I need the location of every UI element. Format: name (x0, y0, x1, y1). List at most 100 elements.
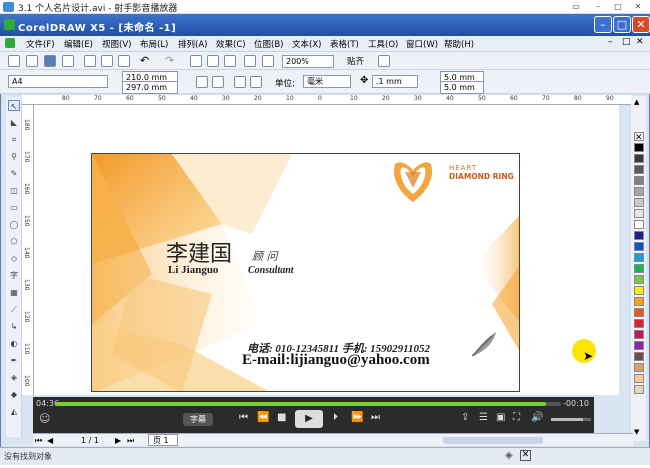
doc-restore-button[interactable]: □ (622, 37, 631, 47)
fill-tool-icon[interactable]: ◆ (8, 389, 20, 400)
screenshot-icon[interactable]: ▣ (496, 412, 505, 423)
color-swatch[interactable] (634, 275, 644, 284)
save-icon[interactable] (44, 55, 56, 67)
open-file-icon[interactable]: ⇪ (461, 412, 469, 423)
player-settings-icon[interactable]: ▭ (566, 1, 586, 12)
volume-icon[interactable]: 🔊 (531, 412, 543, 423)
options-icon[interactable] (378, 55, 390, 67)
table-tool-icon[interactable]: ▦ (8, 287, 20, 298)
color-swatch[interactable] (634, 352, 644, 361)
menu-item[interactable]: 文本(X) (292, 38, 321, 50)
vertical-ruler[interactable]: 180 170 160 150 140 130 120 110 100 (22, 105, 34, 395)
next-page-icon[interactable]: ▶ (115, 436, 121, 445)
nudge-distance-field[interactable]: .1 mm (372, 75, 418, 88)
all-pages-icon[interactable] (234, 76, 246, 88)
color-swatch[interactable] (634, 242, 644, 251)
menu-item[interactable]: 帮助(H) (444, 38, 474, 50)
menu-item[interactable]: 文件(F) (26, 38, 55, 50)
application-launcher-icon[interactable] (244, 55, 256, 67)
blend-tool-icon[interactable]: ◐ (8, 338, 20, 349)
play-button[interactable]: ▶ (295, 410, 323, 428)
color-swatch[interactable] (634, 154, 644, 163)
dimension-tool-icon[interactable]: ⟋ (8, 304, 20, 315)
unit-select[interactable]: 毫米 (303, 75, 351, 88)
business-card[interactable]: HEART DIAMOND RING 李建国 顾 问 Li Jianguo Co… (91, 153, 520, 392)
color-swatch[interactable] (634, 341, 644, 350)
menu-item[interactable]: 位图(B) (254, 38, 283, 50)
color-swatch[interactable] (634, 308, 644, 317)
menu-item[interactable]: 视图(V) (102, 38, 131, 50)
basic-shapes-tool-icon[interactable]: ◇ (8, 253, 20, 264)
maximize-button[interactable]: □ (613, 16, 631, 33)
fullscreen-icon[interactable]: ⛶ (513, 412, 520, 423)
stop-icon[interactable]: ■ (277, 412, 286, 423)
crop-tool-icon[interactable]: ⌗ (8, 134, 20, 145)
color-swatch[interactable] (634, 286, 644, 295)
minimize-button[interactable]: – (594, 16, 612, 33)
cut-icon[interactable] (84, 55, 96, 67)
step-forward-icon[interactable]: ⏵ (333, 412, 338, 423)
color-swatch[interactable] (634, 363, 644, 372)
last-page-icon[interactable]: ⏭ (127, 436, 134, 446)
player-close-button[interactable]: ✕ (628, 1, 648, 12)
import-icon[interactable] (207, 55, 219, 67)
menu-item[interactable]: 布局(L) (140, 38, 168, 50)
color-swatch[interactable] (634, 198, 644, 207)
color-swatch[interactable] (634, 143, 644, 152)
welcome-screen-icon[interactable] (262, 55, 274, 67)
page-tab[interactable]: 页 1 (148, 434, 178, 446)
portrait-icon[interactable] (196, 76, 208, 88)
color-swatch[interactable] (634, 176, 644, 185)
duplicate-y-field[interactable]: 5.0 mm (440, 81, 484, 94)
export-icon[interactable] (224, 55, 236, 67)
interactive-fill-tool-icon[interactable]: ◭ (8, 406, 20, 417)
player-minimize-button[interactable]: – (588, 1, 608, 12)
landscape-icon[interactable] (212, 76, 224, 88)
previous-icon[interactable]: ⏮ (239, 412, 248, 423)
volume-track[interactable] (551, 418, 591, 421)
paste-icon[interactable] (118, 55, 130, 67)
color-swatch[interactable] (634, 253, 644, 262)
palette-scroll-down-icon[interactable]: ▼ (634, 428, 639, 436)
doc-minimize-button[interactable]: – (608, 37, 613, 47)
color-swatch[interactable] (634, 220, 644, 229)
color-swatch[interactable] (634, 264, 644, 273)
zoom-tool-icon[interactable]: ⚲ (8, 151, 20, 162)
snap-to-menu[interactable]: 贴齐 (347, 55, 364, 67)
color-swatch[interactable] (634, 209, 644, 218)
undo-icon[interactable]: ↶ (140, 54, 149, 67)
ellipse-tool-icon[interactable]: ◯ (8, 219, 20, 230)
color-swatch[interactable] (634, 385, 644, 394)
pick-tool-icon[interactable]: ↖ (8, 100, 20, 111)
text-tool-icon[interactable]: 字 (8, 270, 20, 281)
subtitle-button[interactable]: 字幕 (183, 413, 213, 426)
no-fill-swatch[interactable]: ✕ (634, 132, 644, 143)
menu-item[interactable]: 排列(A) (178, 38, 207, 50)
print-icon[interactable] (62, 55, 74, 67)
menu-item[interactable]: 效果(C) (216, 38, 246, 50)
menu-item[interactable]: 工具(O) (368, 38, 398, 50)
first-page-icon[interactable]: ⏮ (35, 436, 42, 446)
color-swatch[interactable] (634, 374, 644, 383)
polygon-tool-icon[interactable]: ⬠ (8, 236, 20, 247)
palette-scroll-up-icon[interactable]: ▲ (634, 98, 639, 106)
menu-item[interactable]: 表格(T) (330, 38, 359, 50)
color-swatch[interactable] (634, 319, 644, 328)
prev-page-icon[interactable]: ◀ (47, 436, 53, 445)
color-swatch[interactable] (634, 297, 644, 306)
connector-tool-icon[interactable]: ↳ (8, 321, 20, 332)
search-content-icon[interactable] (190, 55, 202, 67)
fast-forward-icon[interactable]: ⏩ (351, 412, 363, 423)
horizontal-ruler[interactable]: 80 70 60 50 40 30 20 10 0 10 20 30 40 50 60 70 80 90 (22, 95, 632, 105)
outline-tool-icon[interactable]: ◈ (8, 372, 20, 383)
current-page-icon[interactable] (250, 76, 262, 88)
color-swatch[interactable] (634, 187, 644, 196)
paper-size-select[interactable]: A4 (8, 75, 108, 88)
eyedropper-tool-icon[interactable]: ✒ (8, 355, 20, 366)
shape-tool-icon[interactable]: ◣ (8, 117, 20, 128)
menu-item[interactable]: 窗口(W) (406, 38, 438, 50)
progress-track[interactable] (56, 402, 561, 406)
redo-icon[interactable]: ↷ (165, 54, 174, 67)
rewind-icon[interactable]: ⏪ (257, 412, 269, 423)
copy-icon[interactable] (101, 55, 113, 67)
